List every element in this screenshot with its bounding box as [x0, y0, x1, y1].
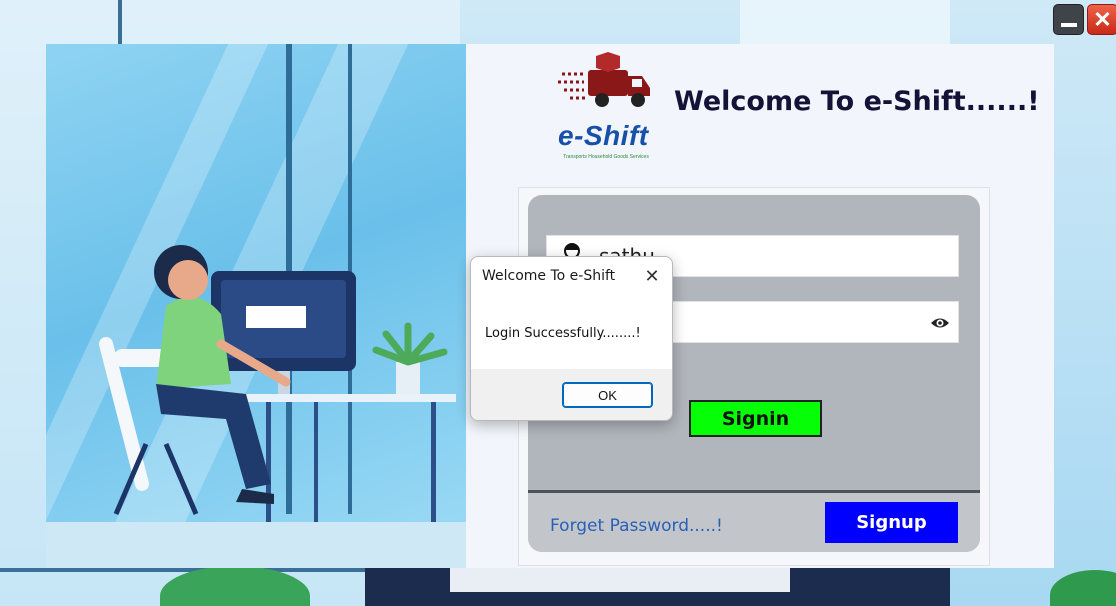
bg-desk-surface: [450, 568, 790, 592]
close-icon: ✕: [1093, 6, 1112, 32]
close-icon: ✕: [644, 265, 660, 286]
logo-text: e-Shift: [558, 120, 649, 151]
illustration-image: [46, 44, 466, 568]
eshift-logo: e-Shift Transports Household Goods Servi…: [550, 52, 656, 162]
person-at-desk-illustration: [46, 245, 466, 568]
page-title: Welcome To e-Shift......!: [674, 86, 1040, 117]
eye-icon[interactable]: [930, 314, 950, 332]
truck-icon: [558, 52, 650, 107]
bg-window-frame: [118, 0, 122, 44]
bg-window-pane: [740, 0, 950, 44]
dialog-close-button[interactable]: ✕: [641, 265, 663, 287]
bg-plant: [1050, 570, 1116, 606]
signup-button[interactable]: Signup: [825, 502, 958, 543]
ok-button[interactable]: OK: [562, 382, 653, 408]
dialog-title: Welcome To e-Shift: [482, 268, 616, 284]
message-dialog: Welcome To e-Shift ✕ Login Successfully.…: [470, 256, 673, 421]
dialog-message: Login Successfully........!: [485, 326, 641, 341]
logo-subtext: Transports Household Goods Services: [563, 154, 649, 160]
minimize-icon: [1060, 22, 1077, 27]
minimize-button[interactable]: [1053, 4, 1084, 35]
close-button[interactable]: ✕: [1087, 4, 1116, 35]
forget-password-link[interactable]: Forget Password.....!: [550, 516, 723, 536]
signin-button[interactable]: Signin: [689, 400, 822, 437]
